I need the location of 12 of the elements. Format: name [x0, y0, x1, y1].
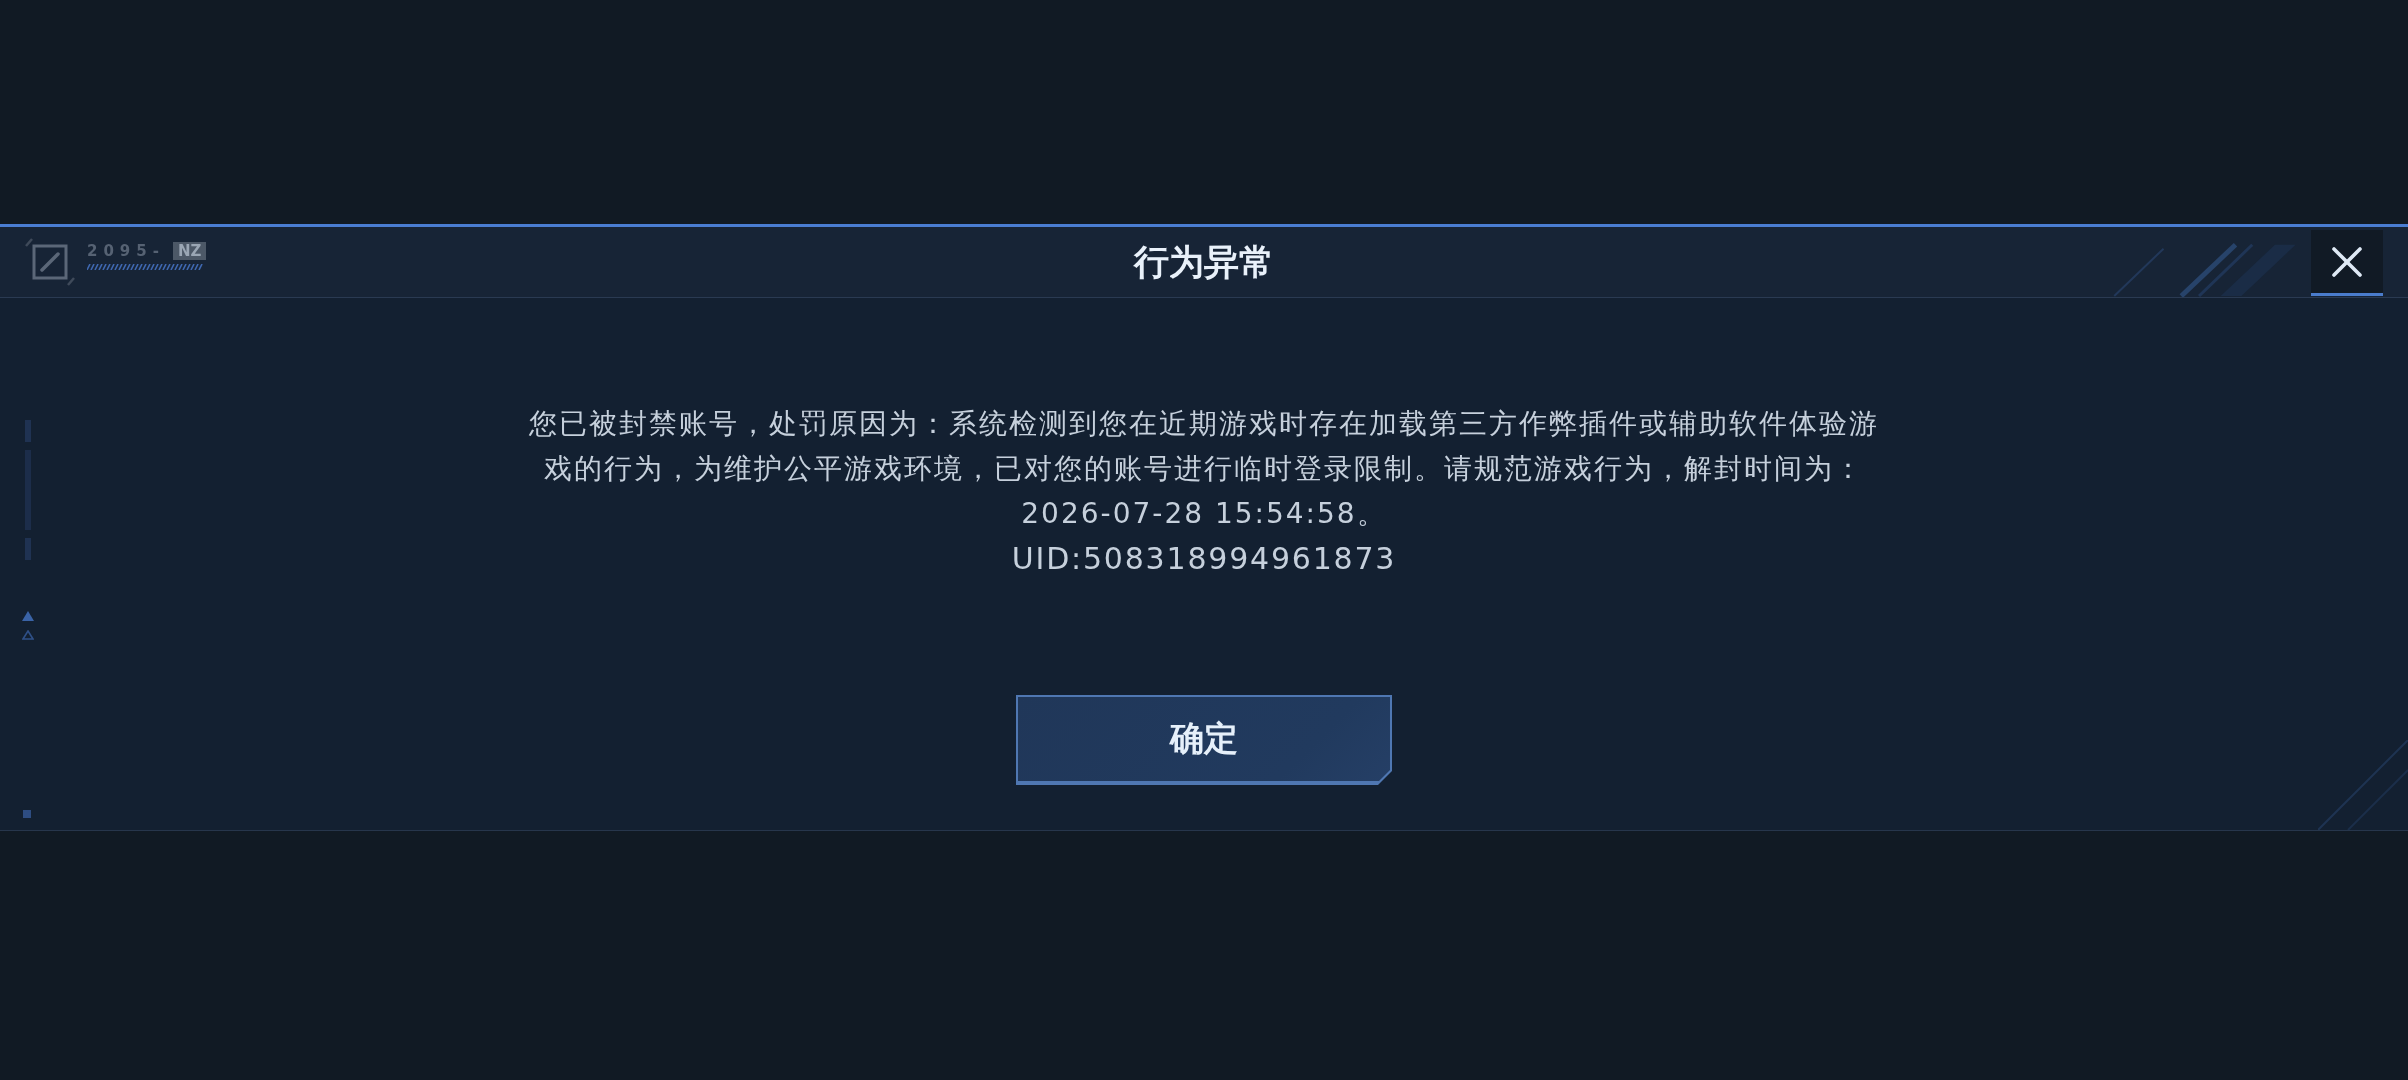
uid-text: UID:508318994961873 — [1011, 540, 1397, 578]
dialog-title: 行为异常 — [1134, 241, 1274, 284]
square-slash-icon — [25, 237, 75, 287]
triangle-icon — [22, 611, 34, 621]
logo-code: 2095- — [87, 242, 165, 260]
confirm-button[interactable]: 确定 — [1016, 695, 1392, 785]
close-button[interactable] — [2311, 230, 2383, 296]
logo-tag: NZ — [173, 242, 207, 260]
square-icon — [23, 810, 31, 818]
close-icon — [2332, 246, 2362, 277]
ban-message: 您已被封禁账号，处罚原因为：系统检测到您在近期游戏时存在加载第三方作弊插件或辅助软件体验游戏的行为，为维护公平游戏环境，已对您的账号进行临时登录限制。请规范游戏行为，解封时间为：2026-07-28 15:54:58。 — [528, 406, 1880, 532]
triangle-outline-icon — [22, 630, 34, 640]
